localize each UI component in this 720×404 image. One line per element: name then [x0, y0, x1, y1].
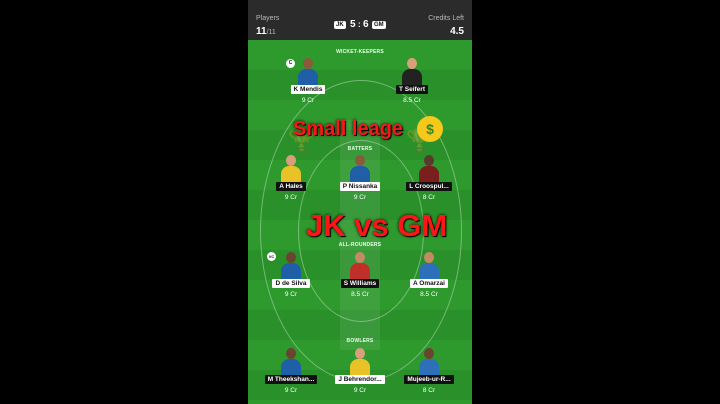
player-avatar	[279, 155, 303, 183]
players-label: Players	[256, 15, 280, 22]
credits-value: 4.5	[450, 26, 464, 37]
player-card[interactable]: L Croospul... 8 Cr	[401, 155, 457, 207]
credits-label: Credits Left	[428, 15, 464, 22]
money-mouth-face-icon: $	[417, 116, 443, 142]
player-credits: 8.5 Cr	[403, 97, 421, 104]
team-header: Players 11/11 JK 5 : 6 GM Credits Left 4…	[248, 0, 472, 40]
player-name: D de Silva	[272, 279, 310, 288]
player-card[interactable]: J Behrendor... 9 Cr	[332, 348, 388, 400]
team2-badge: GM	[372, 21, 386, 29]
player-credits: 9 Cr	[284, 194, 298, 201]
player-name: P Nissanka	[339, 182, 381, 191]
team-preview-screen: Players 11/11 JK 5 : 6 GM Credits Left 4…	[248, 0, 472, 404]
player-name: J Behrendor...	[335, 375, 385, 384]
team1-badge: JK	[334, 21, 346, 29]
player-avatar	[417, 252, 441, 280]
player-name: K Mendis	[290, 85, 326, 94]
section-wicket-keepers: WICKET-KEEPERS	[336, 49, 384, 55]
player-card[interactable]: Mujeeb-ur-R... 8 Cr	[401, 348, 457, 400]
player-name: Mujeeb-ur-R...	[404, 375, 454, 384]
player-card[interactable]: T Seifert 8.5 Cr	[384, 58, 440, 110]
players-count: 11/11	[256, 26, 276, 37]
player-avatar	[348, 252, 372, 280]
player-credits: 8.5 Cr	[420, 291, 438, 298]
player-credits: 9 Cr	[284, 387, 298, 394]
player-card[interactable]: P Nissanka 9 Cr	[332, 155, 388, 207]
player-avatar	[417, 155, 441, 183]
section-batters: BATTERS	[347, 146, 373, 152]
player-avatar	[348, 348, 372, 376]
player-avatar	[296, 58, 320, 86]
player-credits: 9 Cr	[353, 387, 367, 394]
player-credits: 8.5 Cr	[351, 291, 369, 298]
player-avatar	[417, 348, 441, 376]
player-name: M Theekshan...	[264, 375, 318, 384]
player-credits: 9 Cr	[353, 194, 367, 201]
vice-captain-badge: VC	[267, 252, 276, 261]
player-credits: 9 Cr	[301, 97, 315, 104]
player-name: A Omarzai	[410, 279, 448, 288]
overlay-title: Small leage	[293, 118, 404, 140]
player-avatar	[279, 348, 303, 376]
team1-score: 5	[350, 19, 356, 30]
player-name: S Williams	[340, 279, 380, 288]
captain-badge: C	[286, 59, 295, 68]
player-name: L Croospul...	[406, 182, 452, 191]
player-name: A Hales	[276, 182, 306, 191]
player-avatar	[400, 58, 424, 86]
player-credits: 9 Cr	[284, 291, 298, 298]
section-bowlers: BOWLERS	[346, 338, 374, 344]
player-card[interactable]: M Theekshan... 9 Cr	[263, 348, 319, 400]
score-separator: :	[358, 20, 361, 29]
player-name: T Seifert	[395, 85, 428, 94]
player-card[interactable]: S Williams 8.5 Cr	[332, 252, 388, 304]
player-avatar	[348, 155, 372, 183]
player-card[interactable]: VC D de Silva 9 Cr	[263, 252, 319, 304]
player-card[interactable]: A Omarzai 8.5 Cr	[401, 252, 457, 304]
player-credits: 8 Cr	[422, 194, 436, 201]
player-avatar	[279, 252, 303, 280]
team2-score: 6	[363, 19, 369, 30]
overlay-matchup: JK vs GM	[306, 208, 448, 243]
player-card[interactable]: C K Mendis 9 Cr	[280, 58, 336, 110]
player-credits: 8 Cr	[422, 387, 436, 394]
player-card[interactable]: A Hales 9 Cr	[263, 155, 319, 207]
